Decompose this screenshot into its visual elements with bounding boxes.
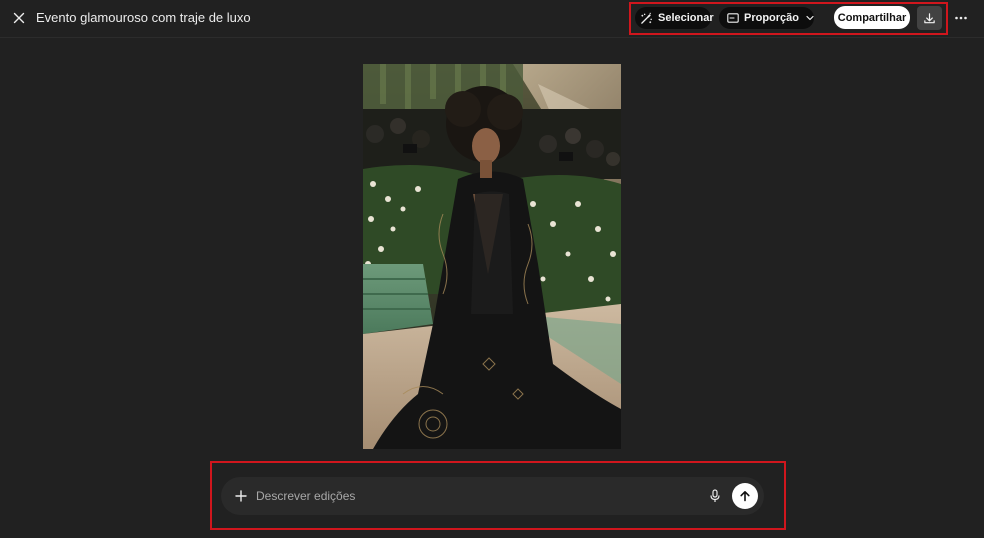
magic-select-icon [641,12,652,24]
aspect-ratio-label: Proporção [744,12,800,24]
chevron-down-icon [806,15,814,21]
download-button[interactable] [917,6,942,30]
page-title: Evento glamouroso com traje de luxo [36,10,251,25]
plus-icon [235,490,247,502]
edit-composer [221,477,764,515]
aspect-ratio-icon [727,13,739,23]
top-bar: Evento glamouroso com traje de luxo Sele… [0,0,984,38]
select-button[interactable]: Selecionar [635,7,714,29]
download-icon [924,12,935,23]
image-editor-window: Evento glamouroso com traje de luxo Sele… [0,0,984,538]
close-icon [13,12,25,24]
voice-input-button[interactable] [705,486,725,506]
describe-edits-input[interactable] [256,485,696,507]
send-button[interactable] [732,483,758,509]
generated-image-art [363,64,621,449]
close-button[interactable] [9,8,29,28]
add-attachment-button[interactable] [231,486,251,506]
arrow-up-icon [740,491,750,502]
share-button-label: Compartilhar [837,11,907,24]
aspect-ratio-dropdown[interactable]: Proporção [719,7,814,29]
more-options-button[interactable] [952,8,970,28]
share-button[interactable]: Compartilhar [834,6,910,29]
microphone-icon [710,489,720,502]
generated-image[interactable] [363,64,621,449]
select-button-label: Selecionar [658,12,714,24]
more-horizontal-icon [955,16,967,20]
